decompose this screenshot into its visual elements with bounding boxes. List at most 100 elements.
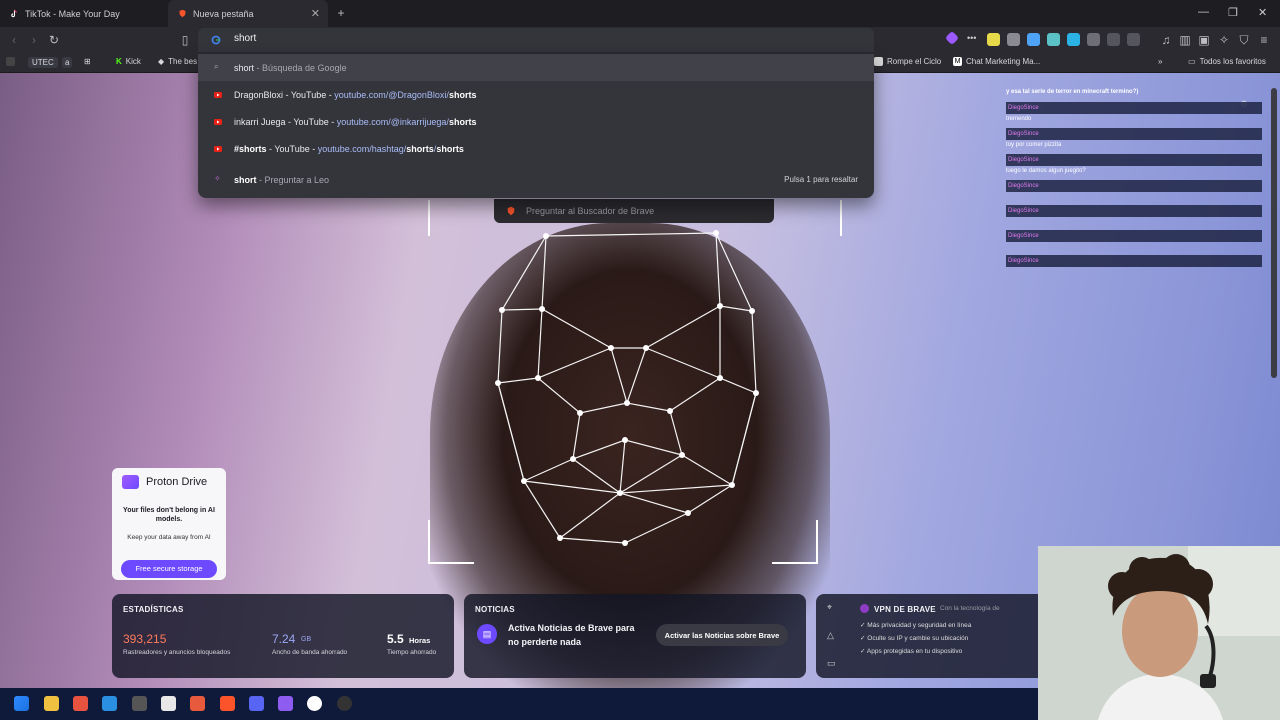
apps-grid-icon[interactable]: ⊞	[84, 57, 91, 66]
stats-widget: ESTADÍSTICAS 393,215 Rastreadores y anun…	[112, 594, 454, 678]
extension-gray-icon[interactable]	[1087, 33, 1100, 46]
chat-message: luego le damos algun juegito?	[1006, 168, 1086, 174]
windows-taskbar	[0, 688, 1038, 720]
news-icon: ▤	[477, 624, 497, 644]
kick-icon: K	[116, 57, 122, 66]
suggestion-item[interactable]: inkarri Juega - YouTube - youtube.com/@i…	[198, 108, 874, 135]
vpn-title: VPN DE BRAVE	[874, 605, 936, 614]
frame-corner-top-left	[428, 200, 454, 236]
tab-title: TikTok - Make Your Day	[25, 8, 120, 19]
file-explorer-icon[interactable]	[44, 696, 59, 711]
bookmark-utec[interactable]: UTEC	[28, 57, 58, 68]
calendar-icon[interactable]	[132, 696, 147, 711]
more-bookmarks-icon[interactable]: »	[1158, 57, 1162, 66]
chat-message: tremendo	[1006, 116, 1032, 122]
address-bar[interactable]: short	[198, 28, 874, 52]
vpn-feature: ✓ Oculte su IP y cambie su ubicación	[860, 635, 969, 642]
chat-username-bar: DiegoSince	[1006, 230, 1262, 242]
stream-chat-overlay: y esa tal serie de terror en minecraft t…	[1006, 87, 1262, 279]
close-window-icon[interactable]: ✕	[1258, 6, 1267, 19]
proton-drive-logo-icon	[122, 475, 139, 489]
sidebar-icon[interactable]: ▥	[1177, 32, 1193, 48]
extension-puzzle-icon[interactable]	[1107, 33, 1120, 46]
search-icon: ⌕	[214, 62, 219, 71]
chat-username-bar: DiegoSince	[1006, 180, 1262, 192]
stat-value: 393,215	[123, 632, 167, 646]
bookmark-icon[interactable]: ▯	[177, 32, 193, 48]
news-text: Activa Noticias de Brave para no perdert…	[508, 623, 635, 647]
extension-twitter-icon[interactable]	[1067, 33, 1080, 46]
suggestion-item[interactable]: DragonBloxi - YouTube - youtube.com/@Dra…	[198, 81, 874, 108]
back-icon[interactable]: ‹	[6, 32, 22, 48]
address-input[interactable]: short	[234, 33, 256, 44]
stat-label: Tiempo ahorrado	[387, 649, 437, 656]
bookmark-chat-marketing[interactable]: M Chat Marketing Ma...	[953, 57, 1040, 66]
stat-value: 7.24	[272, 632, 296, 646]
app-icon[interactable]	[190, 696, 205, 711]
app-icon[interactable]	[337, 696, 352, 711]
stats-title: ESTADÍSTICAS	[123, 605, 184, 614]
chat-username-bar: DiegoSince	[1006, 205, 1262, 217]
youtube-icon	[214, 146, 222, 152]
vpn-widget: ⌖ △ ▭ VPN DE BRAVE Con la tecnología de …	[816, 594, 1046, 678]
news-title: NOTICIAS	[475, 605, 515, 614]
all-bookmarks[interactable]: ▭ Todos los favoritos	[1188, 57, 1266, 66]
leo-icon[interactable]: ✧	[1216, 32, 1232, 48]
free-storage-button[interactable]: Free secure storage	[121, 560, 217, 578]
extension-blue-icon[interactable]	[1027, 33, 1040, 46]
extension-dots-icon[interactable]: •••	[967, 33, 980, 46]
tab-tiktok[interactable]: TikTok - Make Your Day	[0, 0, 168, 27]
highlight-hint: Pulsa 1 para resaltar	[784, 175, 858, 184]
app-icon[interactable]	[73, 696, 88, 711]
extension-camera-icon[interactable]	[1007, 33, 1020, 46]
brave-icon[interactable]	[220, 696, 235, 711]
wallet-icon[interactable]: ▣	[1196, 32, 1212, 48]
chat-message: toy por comer pizzita	[1006, 142, 1062, 148]
frame-corner-bottom-left	[428, 520, 474, 564]
menu-icon[interactable]: ≡	[1256, 32, 1272, 48]
vpn-icon[interactable]: ▭	[827, 658, 836, 669]
new-tab-icon[interactable]: +	[333, 5, 349, 21]
bookmark-a[interactable]: a	[62, 57, 73, 68]
extension-teal-icon[interactable]	[1047, 33, 1060, 46]
maximize-icon[interactable]: ❐	[1228, 6, 1238, 19]
chat-username-bar: DiegoSince	[1006, 128, 1262, 140]
bookmark-blank[interactable]	[6, 57, 15, 66]
minimize-icon[interactable]: —	[1198, 6, 1209, 18]
forward-icon[interactable]: ›	[26, 32, 42, 48]
chat-username-bar: DiegoSince	[1006, 255, 1262, 267]
bookmark-the-best[interactable]: ◆ The bes	[158, 57, 197, 66]
proton-drive-ad: Proton Drive Your files don't belong in …	[112, 468, 226, 580]
chat-username-bar: DiegoSince	[1006, 102, 1262, 114]
brave-icon	[507, 206, 515, 216]
enable-news-button[interactable]: Activar las Noticias sobre Brave	[656, 624, 788, 646]
close-tab-icon[interactable]: ✕	[311, 7, 320, 20]
page-scrollbar[interactable]	[1271, 88, 1277, 378]
discord-icon[interactable]	[249, 696, 264, 711]
tab-new-tab[interactable]: Nueva pestaña ✕	[168, 0, 328, 27]
notion-icon[interactable]	[161, 696, 176, 711]
bookmark-rompe-el-ciclo[interactable]: Rompe el Ciclo	[874, 57, 941, 66]
youtube-icon	[214, 92, 222, 98]
windows-start-icon[interactable]	[14, 696, 29, 711]
location-icon[interactable]: ⌖	[827, 602, 832, 613]
suggestion-leo[interactable]: ✧ short - Preguntar a Leo	[198, 166, 874, 193]
obs-icon[interactable]	[307, 696, 322, 711]
music-icon[interactable]: ♫	[1158, 32, 1174, 48]
suggestion-search[interactable]: ⌕ short - Búsqueda de Google	[198, 54, 874, 81]
app-icon[interactable]	[278, 696, 293, 711]
bookmark-kick[interactable]: K Kick	[116, 57, 141, 66]
stat-unit: Horas	[409, 636, 431, 645]
vscode-icon[interactable]	[102, 696, 117, 711]
shield-icon[interactable]: ⛉	[1236, 32, 1252, 48]
warning-icon[interactable]: △	[827, 630, 834, 641]
extension-yellow-icon[interactable]	[987, 33, 1000, 46]
ask-brave-search-button[interactable]: Preguntar al Buscador de Brave	[494, 199, 774, 223]
proton-heading: Your files don't belong in AI models.	[123, 507, 215, 523]
suggestion-item[interactable]: #shorts - YouTube - youtube.com/hashtag/…	[198, 135, 874, 162]
extension-window-icon[interactable]	[1127, 33, 1140, 46]
reload-icon[interactable]: ↻	[46, 32, 62, 48]
tab-bar: TikTok - Make Your Day Nueva pestaña ✕ +…	[0, 0, 1280, 27]
vpn-feature: ✓ Más privacidad y seguridad en línea	[860, 622, 972, 629]
vpn-feature: ✓ Apps protegidas en tu dispositivo	[860, 648, 963, 655]
